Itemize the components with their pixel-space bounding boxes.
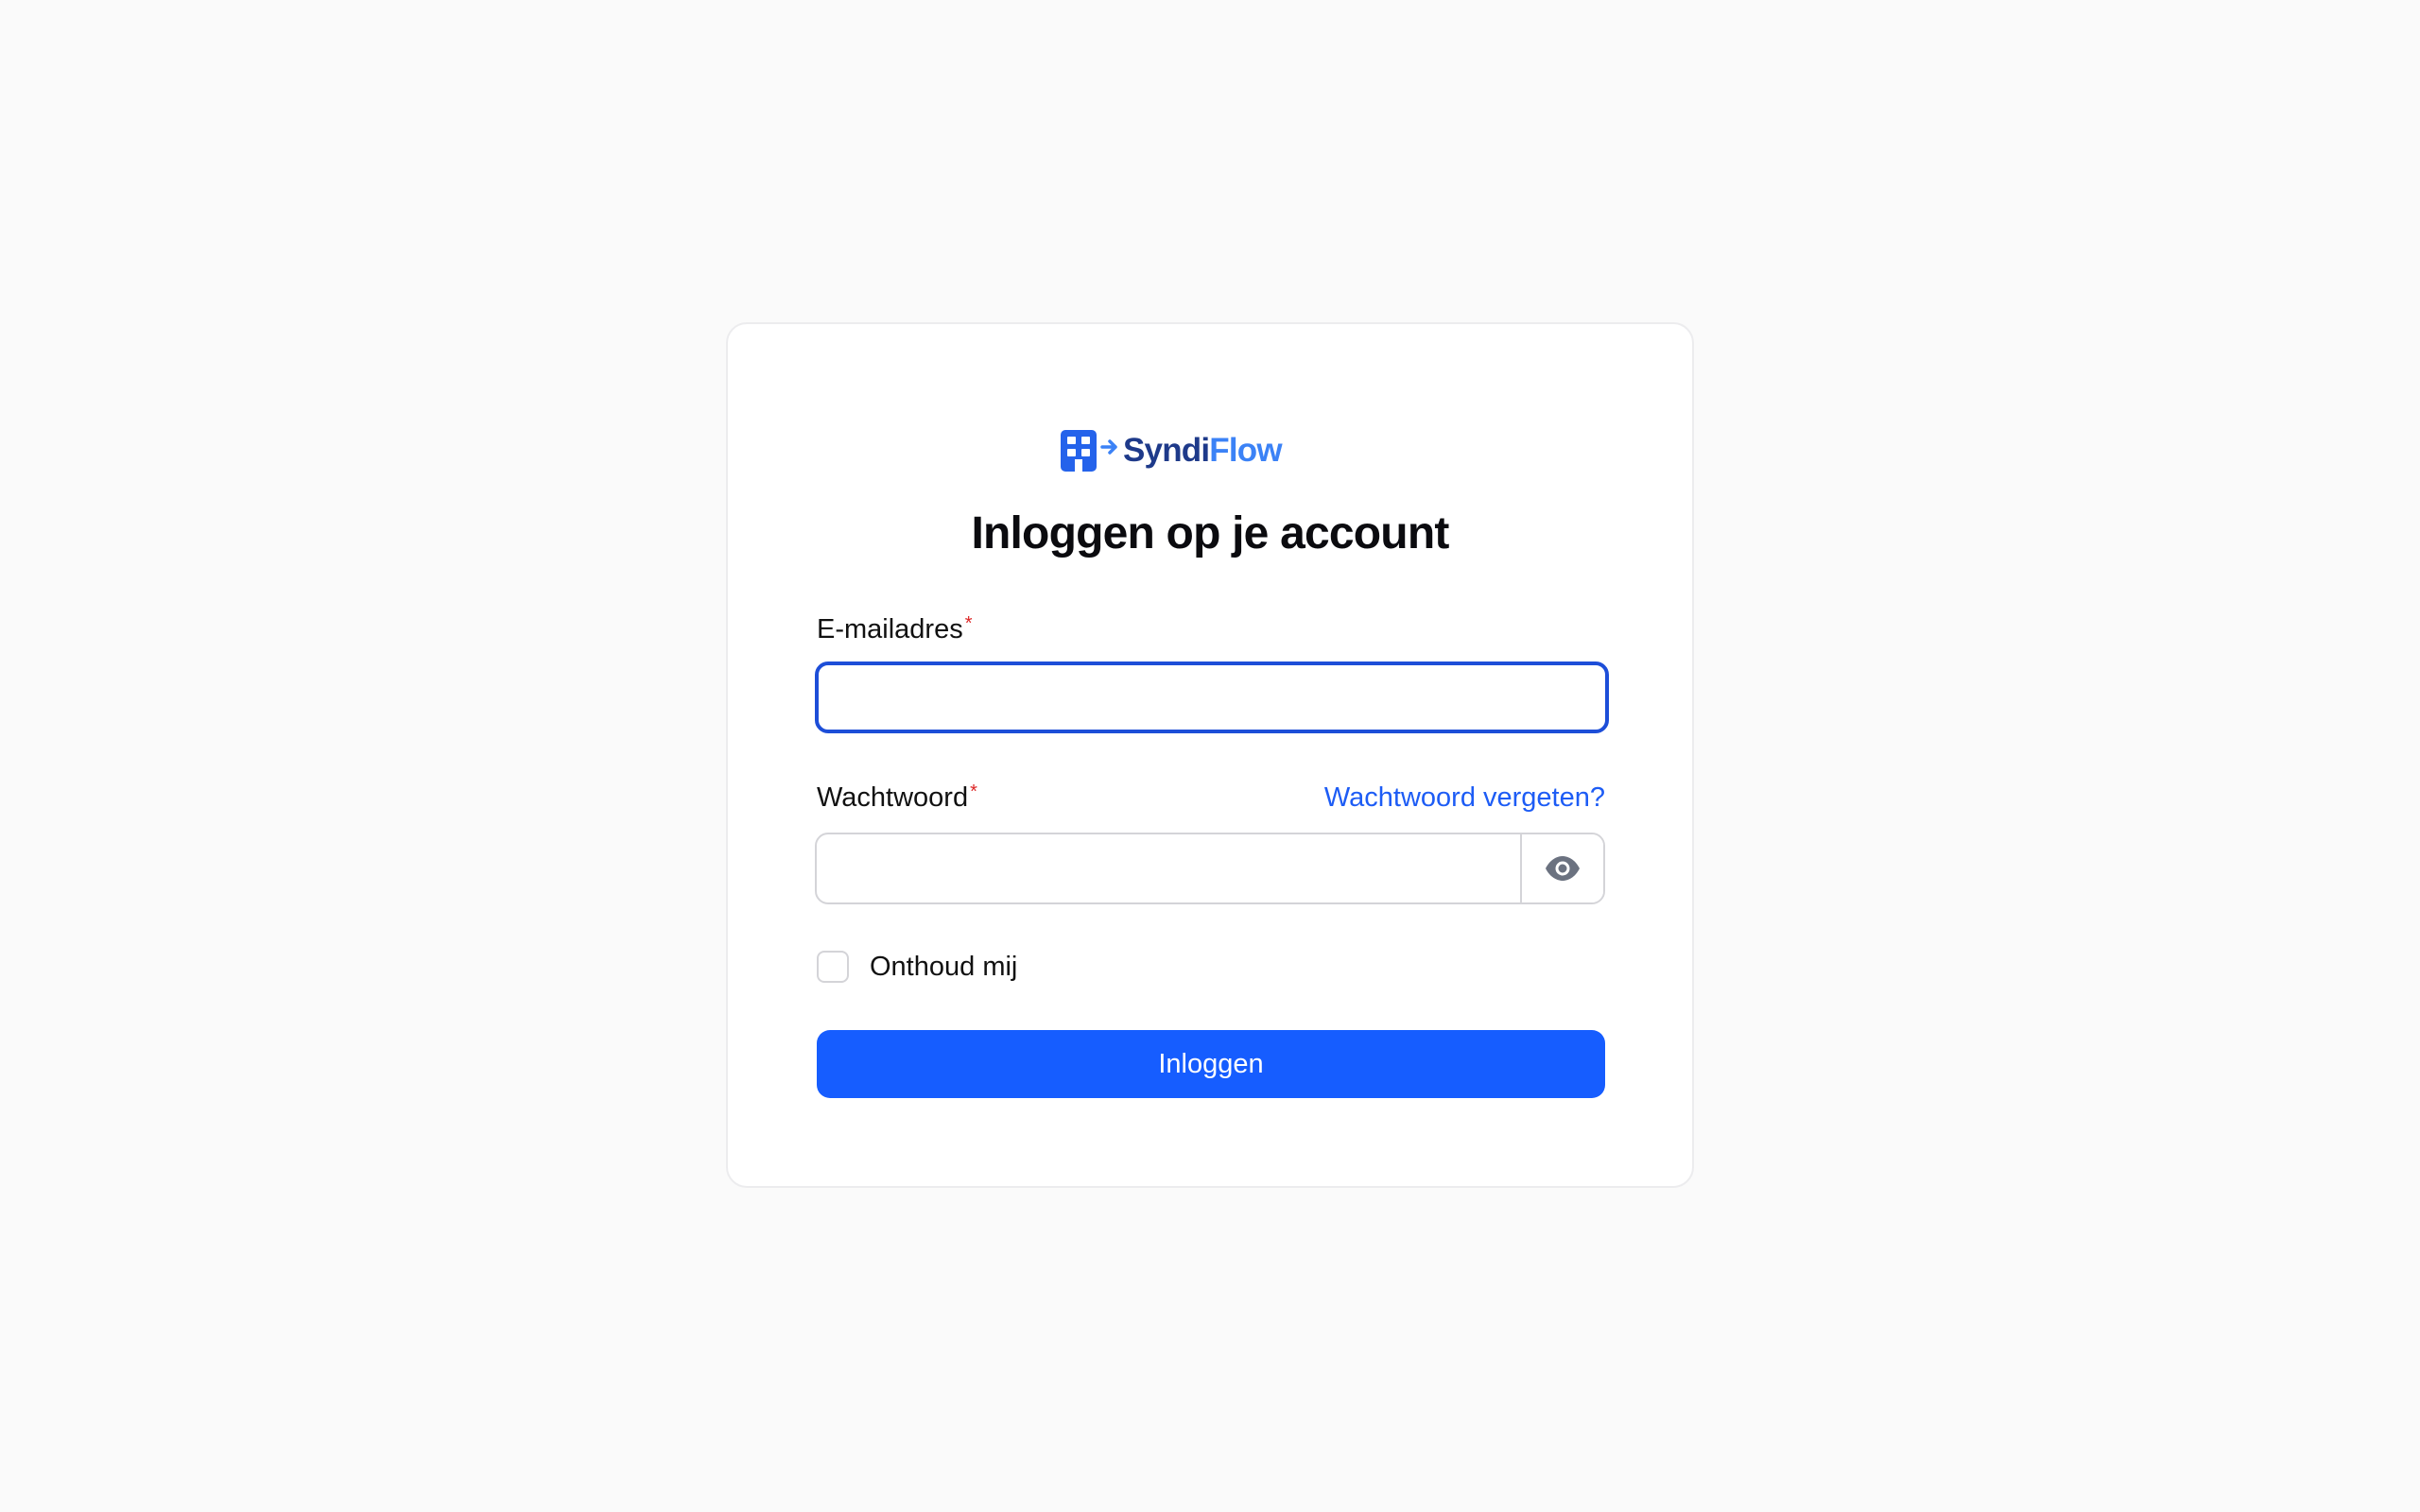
remember-me-checkbox[interactable] (817, 951, 849, 983)
required-asterisk: * (964, 613, 973, 634)
password-label-text: Wachtwoord (817, 782, 969, 813)
email-label: E-mailadres * (817, 612, 973, 646)
email-field[interactable] (815, 662, 1609, 733)
password-field[interactable] (817, 834, 1520, 902)
remember-me-label: Onthoud mij (870, 952, 1018, 982)
eye-icon (1546, 856, 1580, 881)
brand-name-part2: Flow (1209, 431, 1282, 469)
building-arrow-icon (1061, 430, 1117, 472)
login-card: SyndiFlow Inloggen op je account E-maila… (726, 322, 1694, 1188)
brand-name-part1: Syndi (1123, 431, 1210, 469)
password-input-group (815, 833, 1605, 904)
brand-logo: SyndiFlow (1061, 426, 1283, 473)
email-label-text: E-mailadres (817, 614, 963, 644)
password-label: Wachtwoord * (817, 781, 977, 815)
toggle-password-visibility-button[interactable] (1520, 834, 1603, 902)
forgot-password-link[interactable]: Wachtwoord vergeten? (1324, 781, 1605, 815)
required-asterisk: * (970, 782, 977, 802)
login-button[interactable]: Inloggen (817, 1030, 1605, 1098)
remember-me[interactable]: Onthoud mij (817, 950, 1017, 984)
page-title: Inloggen op je account (971, 508, 1449, 558)
brand-name: SyndiFlow (1123, 431, 1283, 469)
